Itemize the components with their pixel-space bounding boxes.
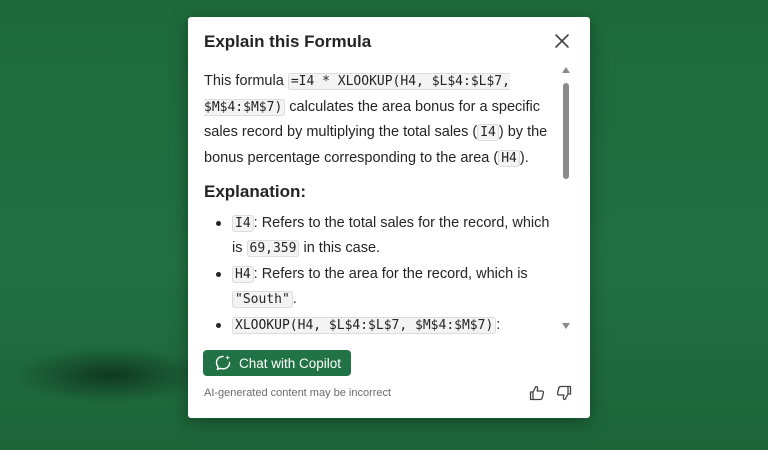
formula-code: XLOOKUP(H4, $L$4:$L$7, $M$4:$M$7) [232,317,496,334]
list-item-text: : Refers to the area for the record, whi… [254,266,528,282]
list-item-text: in this case. [299,240,380,256]
explanation-content: This formula =I4 * XLOOKUP(H4, $L$4:$L$7… [204,69,560,338]
close-button[interactable] [550,29,574,53]
cell-ref-code: H4 [232,266,254,283]
explain-formula-dialog: Explain this Formula This formula =I4 * … [188,17,590,418]
scroll-up-arrow-icon[interactable] [562,67,570,73]
list-item: I4: Refers to the total sales for the re… [214,211,560,262]
vertical-scrollbar[interactable] [561,67,573,347]
copilot-chat-icon [214,354,232,372]
cell-ref-code: I4 [477,124,499,141]
ai-disclaimer: AI-generated content may be incorrect [204,387,391,399]
close-icon [554,33,570,49]
thumbs-up-icon [528,384,546,402]
dialog-title: Explain this Formula [204,32,371,52]
scroll-down-arrow-icon[interactable] [562,323,570,329]
list-item-text: . [293,291,297,307]
cell-ref-code: H4 [498,150,520,167]
list-item: H4: Refers to the area for the record, w… [214,262,560,313]
list-item: XLOOKUP(H4, $L$4:$L$7, $M$4:$M$7): [214,313,560,339]
thumbs-up-button[interactable] [527,383,547,403]
explanation-scroll-area[interactable]: This formula =I4 * XLOOKUP(H4, $L$4:$L$7… [188,67,574,355]
intro-text: ). [520,150,529,166]
explanation-heading: Explanation: [204,180,560,205]
thumbs-down-button[interactable] [554,383,574,403]
thumbs-down-icon [555,384,573,402]
list-item-text: : [496,317,500,333]
value-code: 69,359 [247,240,300,257]
intro-text: This formula [204,73,288,89]
scrollbar-thumb[interactable] [563,83,569,179]
copilot-button-label: Chat with Copilot [239,356,341,371]
cell-ref-code: I4 [232,215,254,232]
chat-with-copilot-button[interactable]: Chat with Copilot [203,350,351,376]
intro-paragraph: This formula =I4 * XLOOKUP(H4, $L$4:$L$7… [204,69,560,171]
explanation-list: I4: Refers to the total sales for the re… [204,211,560,339]
value-code: "South" [232,291,293,308]
